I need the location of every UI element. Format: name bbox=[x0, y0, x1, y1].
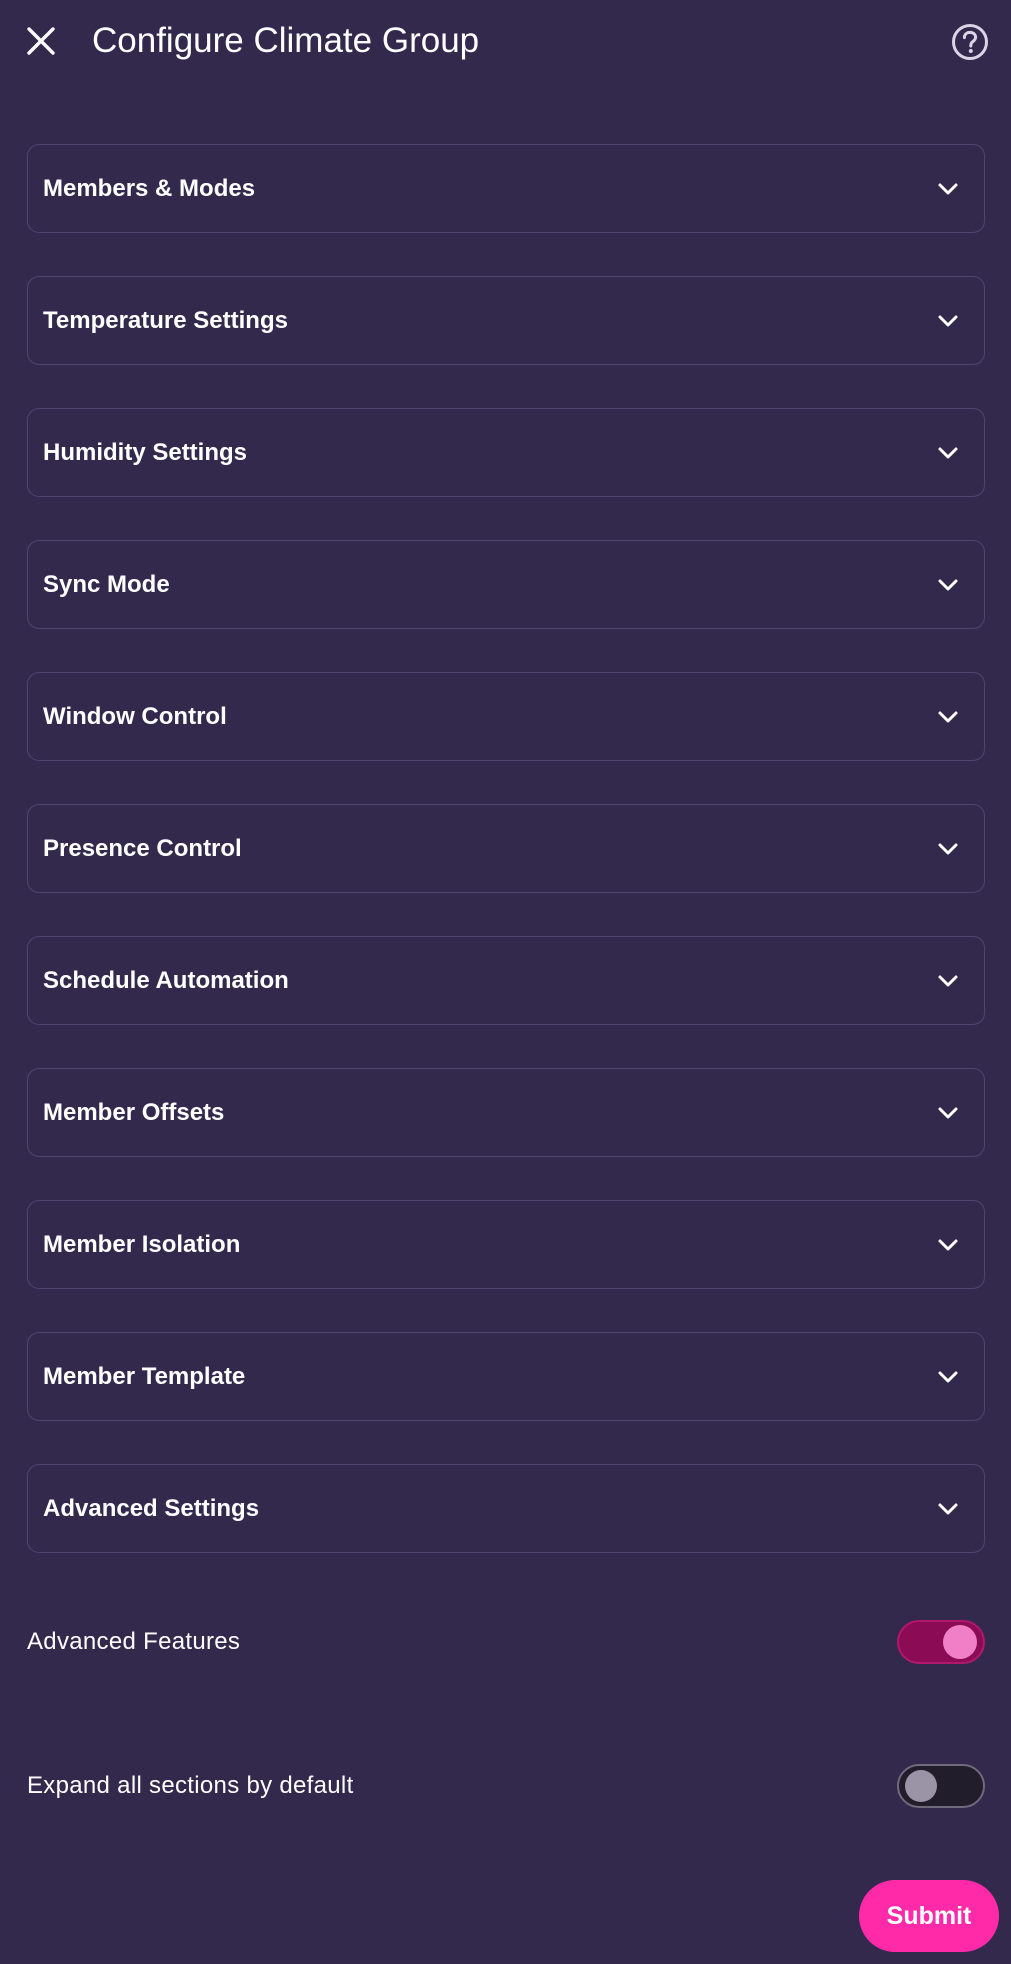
chevron-down-icon bbox=[932, 833, 964, 865]
section-member-offsets[interactable]: Member Offsets bbox=[27, 1068, 985, 1157]
section-advanced-settings[interactable]: Advanced Settings bbox=[27, 1464, 985, 1553]
close-icon bbox=[27, 27, 55, 55]
section-label: Member Isolation bbox=[43, 1231, 241, 1258]
chevron-down-icon bbox=[932, 965, 964, 997]
chevron-down-icon bbox=[932, 1229, 964, 1261]
section-sync-mode[interactable]: Sync Mode bbox=[27, 540, 985, 629]
chevron-down-icon bbox=[932, 305, 964, 337]
section-label: Temperature Settings bbox=[43, 307, 288, 334]
section-schedule-automation[interactable]: Schedule Automation bbox=[27, 936, 985, 1025]
submit-button[interactable]: Submit bbox=[859, 1880, 999, 1952]
section-list: Members & Modes Temperature Settings Hum… bbox=[27, 144, 985, 1596]
advanced-features-toggle[interactable] bbox=[897, 1620, 985, 1664]
section-label: Sync Mode bbox=[43, 571, 170, 598]
section-humidity-settings[interactable]: Humidity Settings bbox=[27, 408, 985, 497]
chevron-down-icon bbox=[932, 1097, 964, 1129]
toggle-knob bbox=[943, 1625, 977, 1659]
section-label: Advanced Settings bbox=[43, 1495, 260, 1522]
section-temperature-settings[interactable]: Temperature Settings bbox=[27, 276, 985, 365]
chevron-down-icon bbox=[932, 701, 964, 733]
section-label: Member Offsets bbox=[43, 1099, 225, 1126]
chevron-down-icon bbox=[932, 569, 964, 601]
chevron-down-icon bbox=[932, 437, 964, 469]
top-app-bar: Configure Climate Group bbox=[0, 0, 1011, 80]
section-members-modes[interactable]: Members & Modes bbox=[27, 144, 985, 233]
chevron-down-icon bbox=[932, 1361, 964, 1393]
section-label: Members & Modes bbox=[43, 175, 256, 202]
section-member-template[interactable]: Member Template bbox=[27, 1332, 985, 1421]
section-member-isolation[interactable]: Member Isolation bbox=[27, 1200, 985, 1289]
toggle-knob bbox=[905, 1770, 937, 1802]
advanced-features-row: Advanced Features bbox=[27, 1620, 985, 1664]
section-label: Presence Control bbox=[43, 835, 242, 862]
chevron-down-icon bbox=[932, 173, 964, 205]
section-label: Member Template bbox=[43, 1363, 246, 1390]
section-window-control[interactable]: Window Control bbox=[27, 672, 985, 761]
section-presence-control[interactable]: Presence Control bbox=[27, 804, 985, 893]
expand-all-row: Expand all sections by default bbox=[27, 1764, 985, 1808]
advanced-features-label: Advanced Features bbox=[27, 1628, 241, 1655]
help-button[interactable] bbox=[948, 20, 992, 64]
section-label: Humidity Settings bbox=[43, 439, 248, 466]
section-label: Schedule Automation bbox=[43, 967, 289, 994]
help-circle-icon bbox=[952, 24, 988, 60]
section-label: Window Control bbox=[43, 703, 227, 730]
close-button[interactable] bbox=[20, 20, 62, 62]
page-title: Configure Climate Group bbox=[92, 21, 480, 60]
expand-all-label: Expand all sections by default bbox=[27, 1772, 354, 1799]
expand-all-toggle[interactable] bbox=[897, 1764, 985, 1808]
chevron-down-icon bbox=[932, 1493, 964, 1525]
